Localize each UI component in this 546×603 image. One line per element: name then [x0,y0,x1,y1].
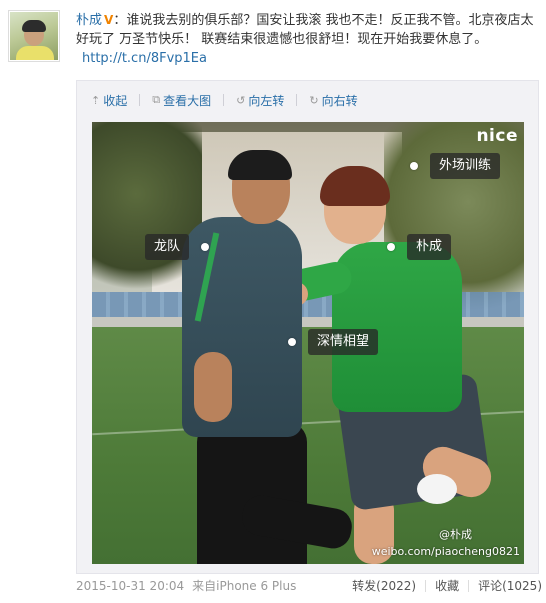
repost-button[interactable]: 转发(2022) [352,577,416,594]
nice-brand-logo: nice [476,126,518,146]
media-panel: ⇡ 收起 ⧉ 查看大图 ↺ 向左转 ↻ 向右转 nice 外场训练 龙队 朴成 … [76,80,539,574]
tag-label: 龙队 [145,234,190,260]
collapse-label: 收起 [103,93,128,108]
rotate-left-icon: ↺ [236,93,246,107]
arrow-up-icon: ⇡ [91,93,101,107]
photo-tag[interactable]: 朴成 [387,234,452,260]
short-link[interactable]: http://t.cn/8Fvp1Ea [82,51,207,66]
weibo-logo-icon: @朴成 [439,528,472,541]
tag-label: 朴成 [407,234,452,260]
avatar-image [10,12,58,60]
magnify-icon: ⧉ [152,93,161,106]
rotate-right-button[interactable]: ↻ 向右转 [309,92,357,109]
toolbar-divider [296,94,298,106]
rotate-left-button[interactable]: ↺ 向左转 [236,92,284,109]
rotate-left-label: 向左转 [248,93,285,108]
post-body: ：谁说我去别的俱乐部？国安让我滚 我也不走！反正我不管。北京夜店太好玩了 万圣节… [76,13,534,47]
post-meta: 2015-10-31 20:04 来自iPhone 6 Plus [76,577,296,594]
view-large-label: 查看大图 [163,93,212,108]
photo-tag[interactable]: 龙队 [145,234,210,260]
author-name[interactable]: 朴成 [76,13,102,28]
post-source[interactable]: 来自iPhone 6 Plus [192,579,296,593]
post-time[interactable]: 2015-10-31 20:04 [76,579,184,593]
view-large-button[interactable]: ⧉ 查看大图 [152,92,211,109]
toolbar-divider [223,94,225,106]
tag-dot-icon [410,162,418,170]
tag-dot-icon [201,243,210,251]
action-divider [425,579,427,592]
tag-dot-icon [387,243,395,251]
post-actions: 转发(2022) 收藏 评论(1025) [352,577,542,594]
photo-tag[interactable]: 深情相望 [288,329,379,355]
tag-dot-icon [288,338,296,346]
post-text: 朴成 V：谁说我去别的俱乐部？国安让我滚 我也不走！反正我不管。北京夜店太好玩了 … [76,11,534,68]
vip-badge-icon[interactable]: V [104,11,113,30]
comment-button[interactable]: 评论(1025) [478,577,542,594]
photo-tag[interactable]: 外场训练 [410,153,501,179]
ball-image [417,474,457,504]
action-divider [468,579,470,592]
photo-watermark: weibo.com/piaocheng0821 [371,545,520,558]
tag-label: 外场训练 [430,153,501,179]
rotate-right-icon: ↻ [309,93,319,107]
collapse-button[interactable]: ⇡ 收起 [91,92,127,109]
tag-label: 深情相望 [308,329,379,355]
media-toolbar: ⇡ 收起 ⧉ 查看大图 ↺ 向左转 ↻ 向右转 [91,91,370,109]
toolbar-divider [139,94,141,106]
rotate-right-label: 向右转 [321,93,358,108]
avatar[interactable] [8,10,60,62]
favorite-button[interactable]: 收藏 [435,577,459,594]
post-photo[interactable]: nice 外场训练 龙队 朴成 深情相望 @朴成 weibo.com/piaoc… [92,122,524,564]
